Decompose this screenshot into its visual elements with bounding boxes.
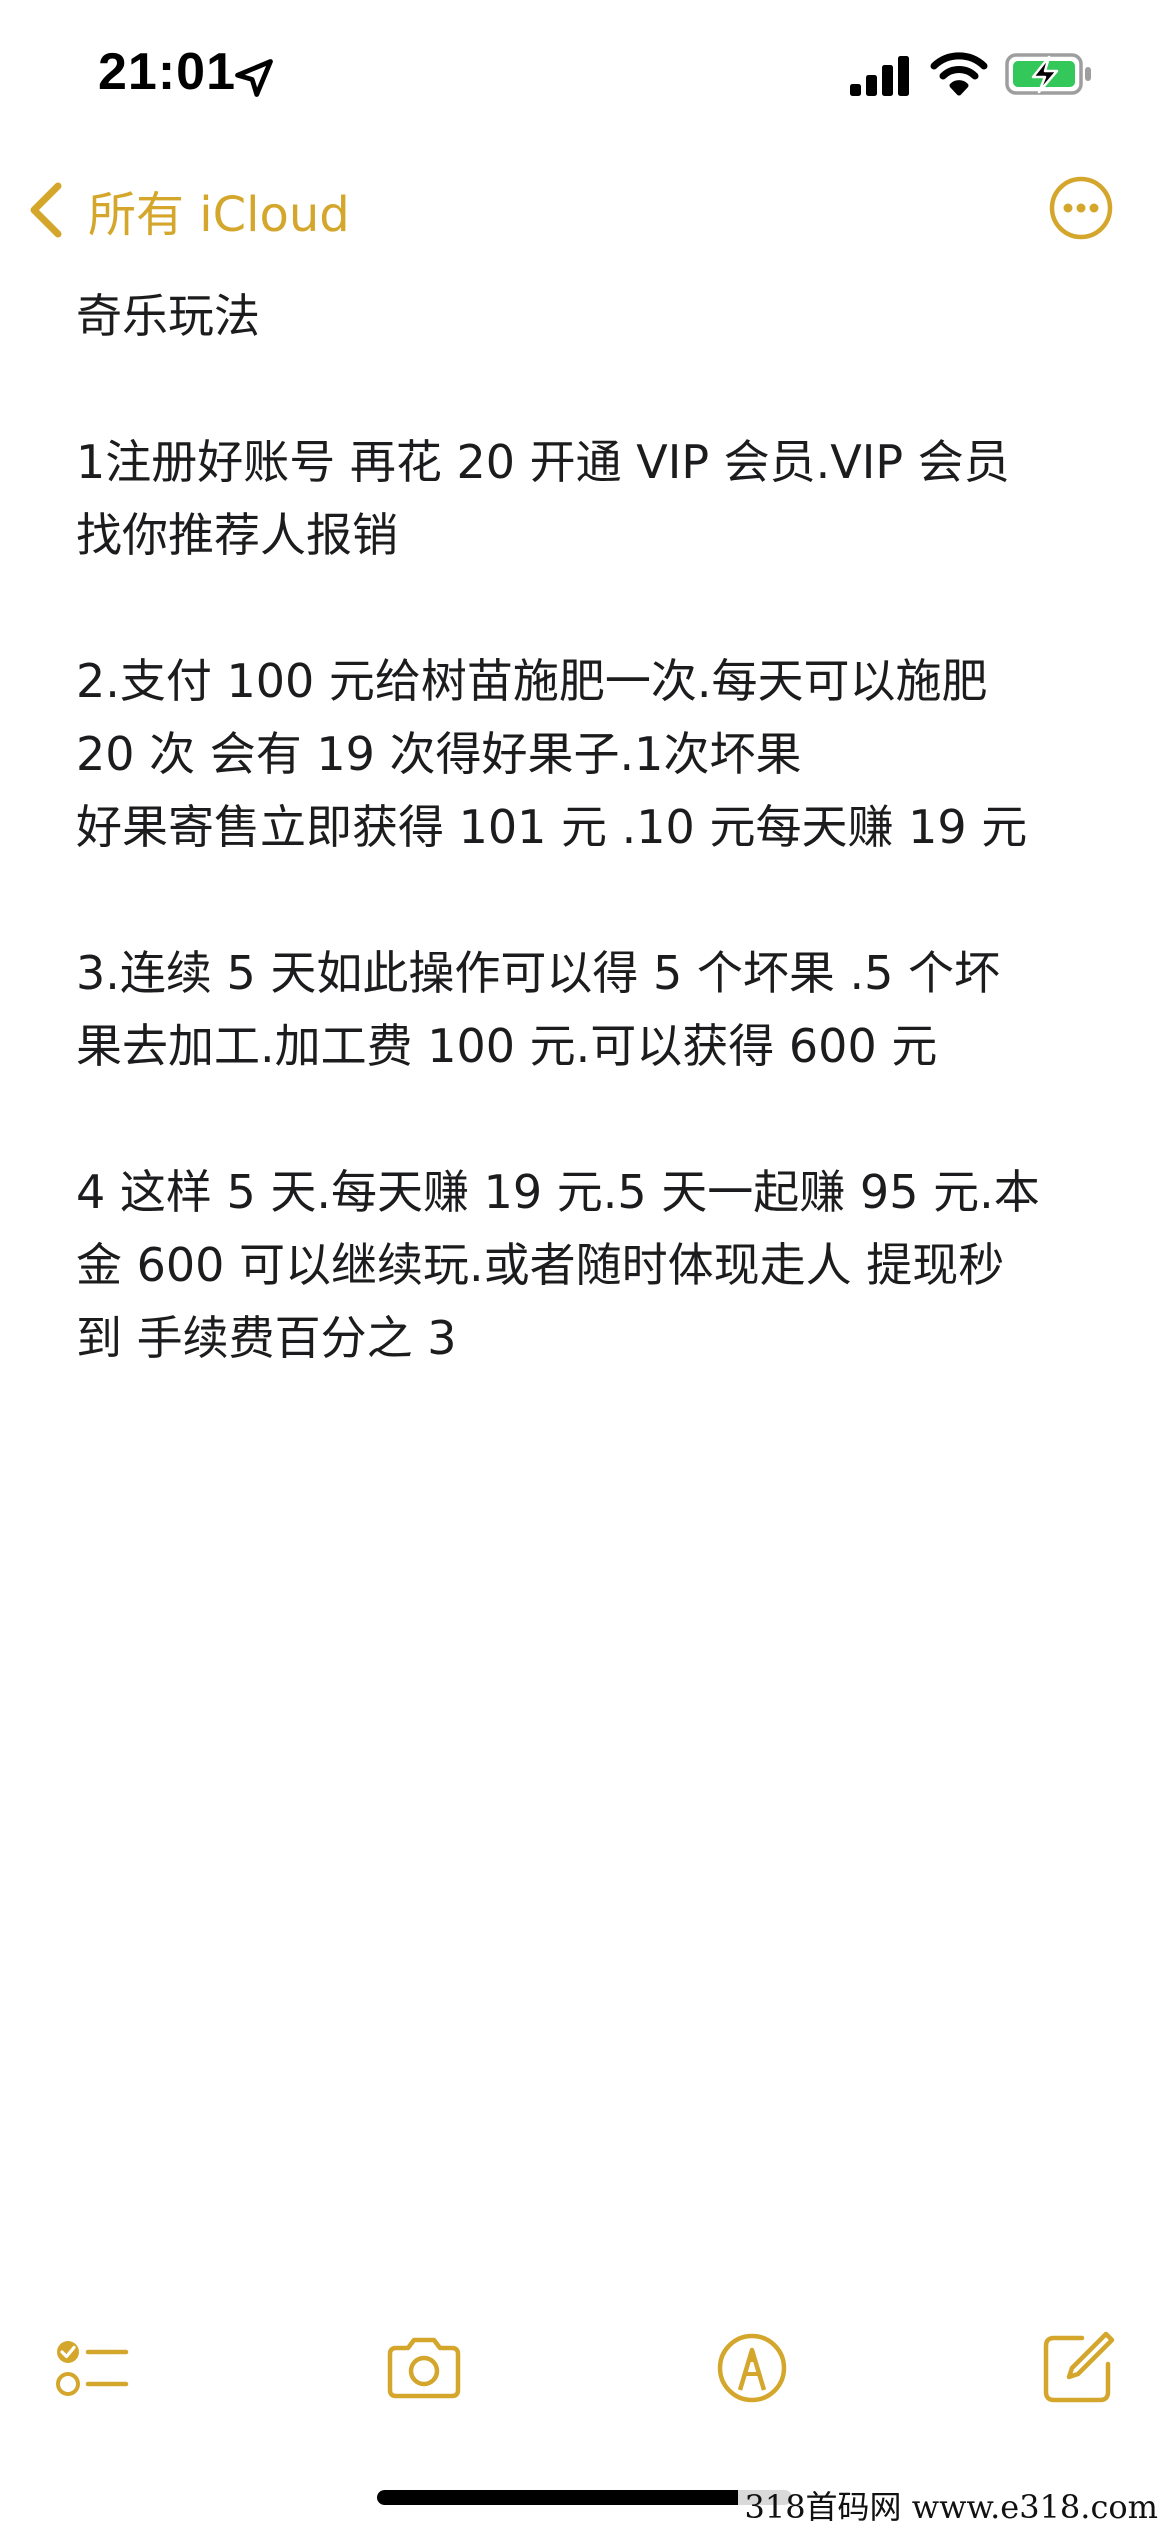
camera-button[interactable] [384, 2328, 464, 2408]
note-paragraph: 4 这样 5 天.每天赚 19 元.5 天一起赚 95 元.本 金 600 可以… [76, 1156, 1106, 1375]
location-arrow-icon [232, 56, 276, 100]
back-label: 所有 iCloud [88, 187, 350, 243]
note-line: 2.支付 100 元给树苗施肥一次.每天可以施肥 [76, 654, 988, 708]
note-line: 20 次 会有 19 次得好果子.1次坏果 [76, 727, 802, 781]
back-button[interactable]: 所有 iCloud [26, 172, 350, 248]
compose-button[interactable] [1038, 2328, 1118, 2408]
home-indicator[interactable] [377, 2490, 792, 2505]
status-time: 21:01 [98, 43, 236, 101]
battery-charging-icon [1005, 52, 1093, 96]
more-button[interactable] [1048, 175, 1114, 241]
ellipsis-circle-icon [1049, 176, 1113, 240]
markup-button[interactable] [712, 2328, 792, 2408]
note-line: 果去加工.加工费 100 元.可以获得 600 元 [76, 1019, 938, 1073]
checklist-icon [56, 2341, 129, 2396]
cellular-signal-icon [850, 56, 912, 96]
note-title: 奇乐玩法 [76, 289, 260, 343]
checklist-button[interactable] [52, 2328, 132, 2408]
compose-icon [1043, 2331, 1115, 2403]
note-text-area[interactable]: 奇乐玩法 1注册好账号 再花 20 开通 VIP 会员.VIP 会员 找你推荐人… [76, 280, 1106, 1375]
watermark: 318首码网 www.e318.com [738, 2480, 1164, 2530]
note-line: 好果寄售立即获得 101 元 .10 元每天赚 19 元 [76, 800, 1028, 854]
note-line: 1注册好账号 再花 20 开通 VIP 会员.VIP 会员 [76, 435, 1010, 489]
note-paragraph: 1注册好账号 再花 20 开通 VIP 会员.VIP 会员 找你推荐人报销 [76, 426, 1106, 572]
nav-bar: 所有 iCloud [0, 160, 1170, 260]
status-bar: 21:01 [0, 0, 1170, 150]
note-paragraph: 2.支付 100 元给树苗施肥一次.每天可以施肥 20 次 会有 19 次得好果… [76, 645, 1106, 864]
wifi-icon [930, 50, 988, 96]
bottom-toolbar [0, 2310, 1170, 2420]
note-line: 4 这样 5 天.每天赚 19 元.5 天一起赚 95 元.本 [76, 1165, 1040, 1219]
chevron-left-icon [26, 180, 66, 240]
markup-pen-icon [717, 2333, 787, 2403]
camera-icon [387, 2337, 461, 2399]
note-line: 到 手续费百分之 3 [76, 1311, 457, 1365]
note-line: 金 600 可以继续玩.或者随时体现走人 提现秒 [76, 1238, 1005, 1292]
note-line: 3.连续 5 天如此操作可以得 5 个坏果 .5 个坏 [76, 946, 1001, 1000]
note-paragraph: 3.连续 5 天如此操作可以得 5 个坏果 .5 个坏 果去加工.加工费 100… [76, 937, 1106, 1083]
note-line: 找你推荐人报销 [76, 508, 398, 562]
